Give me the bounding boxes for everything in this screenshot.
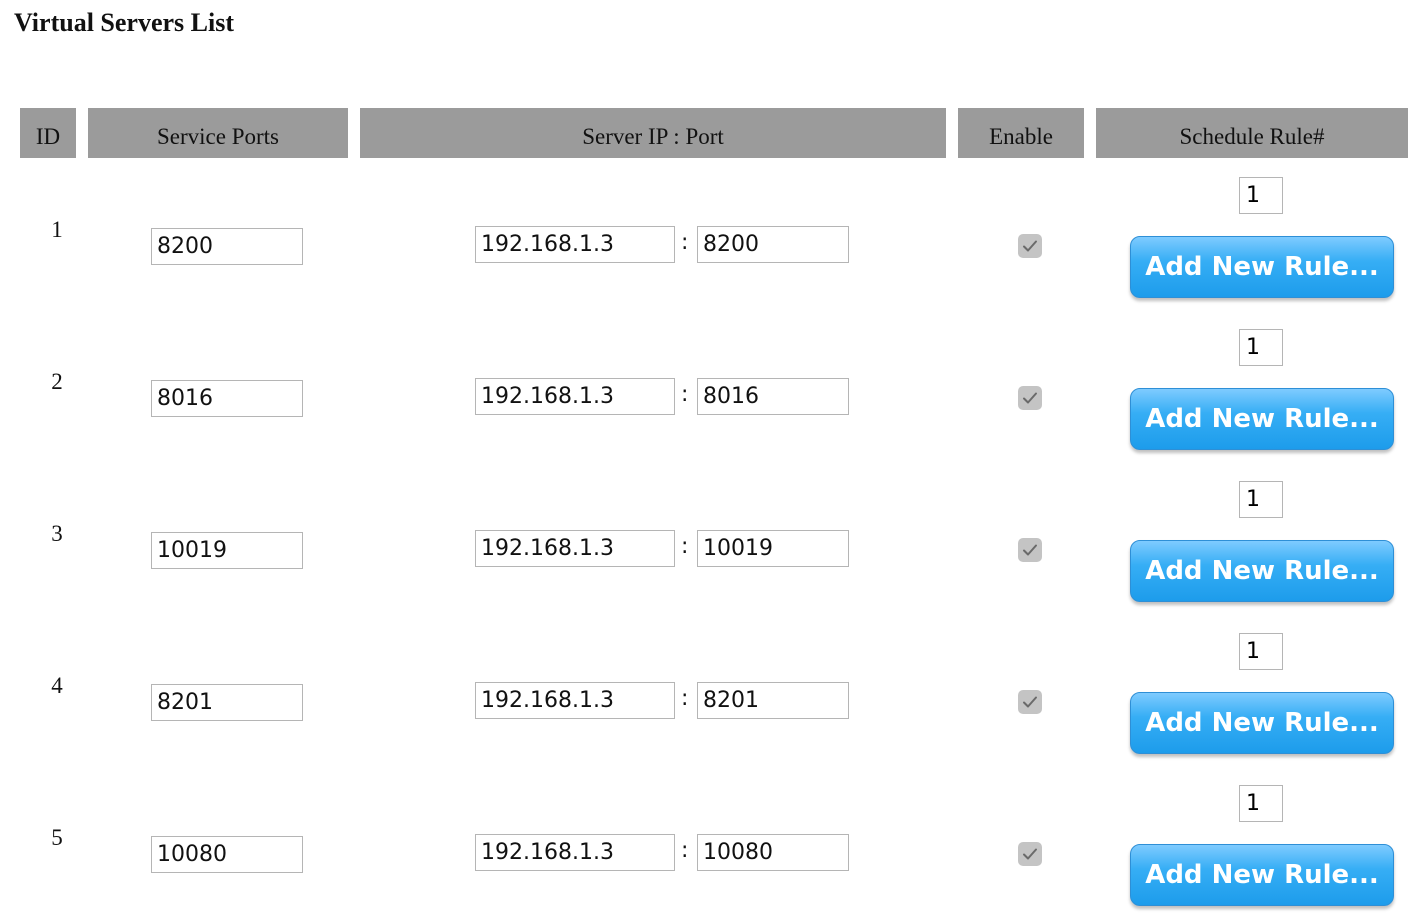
server-port-input[interactable]: [697, 530, 849, 567]
service-ports-input[interactable]: [151, 228, 303, 265]
enable-checkbox[interactable]: [1018, 234, 1042, 258]
row-id: 3: [51, 521, 63, 546]
server-ip-input[interactable]: [475, 378, 675, 415]
table-row: 1 : Add New Rule...: [0, 162, 1426, 314]
schedule-rule-input[interactable]: [1239, 785, 1283, 822]
add-new-rule-button[interactable]: Add New Rule...: [1130, 236, 1394, 298]
page-title: Virtual Servers List: [14, 8, 234, 37]
server-ip-input[interactable]: [475, 530, 675, 567]
row-id: 2: [51, 369, 63, 394]
server-port-input[interactable]: [697, 226, 849, 263]
schedule-rule-input[interactable]: [1239, 481, 1283, 518]
header-server-ip-port: Server IP : Port: [360, 108, 946, 158]
server-port-input[interactable]: [697, 682, 849, 719]
schedule-rule-input[interactable]: [1239, 177, 1283, 214]
service-ports-input[interactable]: [151, 532, 303, 569]
server-ip-input[interactable]: [475, 834, 675, 871]
header-service-ports: Service Ports: [88, 108, 348, 158]
add-new-rule-button[interactable]: Add New Rule...: [1130, 388, 1394, 450]
service-ports-input[interactable]: [151, 380, 303, 417]
enable-checkbox[interactable]: [1018, 690, 1042, 714]
server-ip-input[interactable]: [475, 682, 675, 719]
ip-port-separator: :: [681, 686, 689, 711]
table-row: 5 : Add New Rule...: [0, 770, 1426, 922]
checkmark-icon: [1023, 544, 1037, 556]
add-new-rule-button[interactable]: Add New Rule...: [1130, 540, 1394, 602]
ip-port-separator: :: [681, 382, 689, 407]
service-ports-input[interactable]: [151, 836, 303, 873]
add-new-rule-button[interactable]: Add New Rule...: [1130, 692, 1394, 754]
ip-port-separator: :: [681, 838, 689, 863]
schedule-rule-input[interactable]: [1239, 633, 1283, 670]
table-row: 2 : Add New Rule...: [0, 314, 1426, 466]
checkmark-icon: [1023, 240, 1037, 252]
checkmark-icon: [1023, 392, 1037, 404]
enable-checkbox[interactable]: [1018, 842, 1042, 866]
checkmark-icon: [1023, 848, 1037, 860]
ip-port-separator: :: [681, 534, 689, 559]
row-id: 5: [51, 825, 63, 850]
header-id: ID: [20, 108, 76, 158]
checkmark-icon: [1023, 696, 1037, 708]
row-id: 1: [51, 217, 63, 242]
header-schedule-rule: Schedule Rule#: [1096, 108, 1408, 158]
header-enable: Enable: [958, 108, 1084, 158]
enable-checkbox[interactable]: [1018, 386, 1042, 410]
service-ports-input[interactable]: [151, 684, 303, 721]
server-ip-input[interactable]: [475, 226, 675, 263]
table-row: 3 : Add New Rule...: [0, 466, 1426, 618]
table-row: 4 : Add New Rule...: [0, 618, 1426, 770]
server-port-input[interactable]: [697, 378, 849, 415]
add-new-rule-button[interactable]: Add New Rule...: [1130, 844, 1394, 906]
row-id: 4: [51, 673, 63, 698]
schedule-rule-input[interactable]: [1239, 329, 1283, 366]
ip-port-separator: :: [681, 230, 689, 255]
server-port-input[interactable]: [697, 834, 849, 871]
enable-checkbox[interactable]: [1018, 538, 1042, 562]
